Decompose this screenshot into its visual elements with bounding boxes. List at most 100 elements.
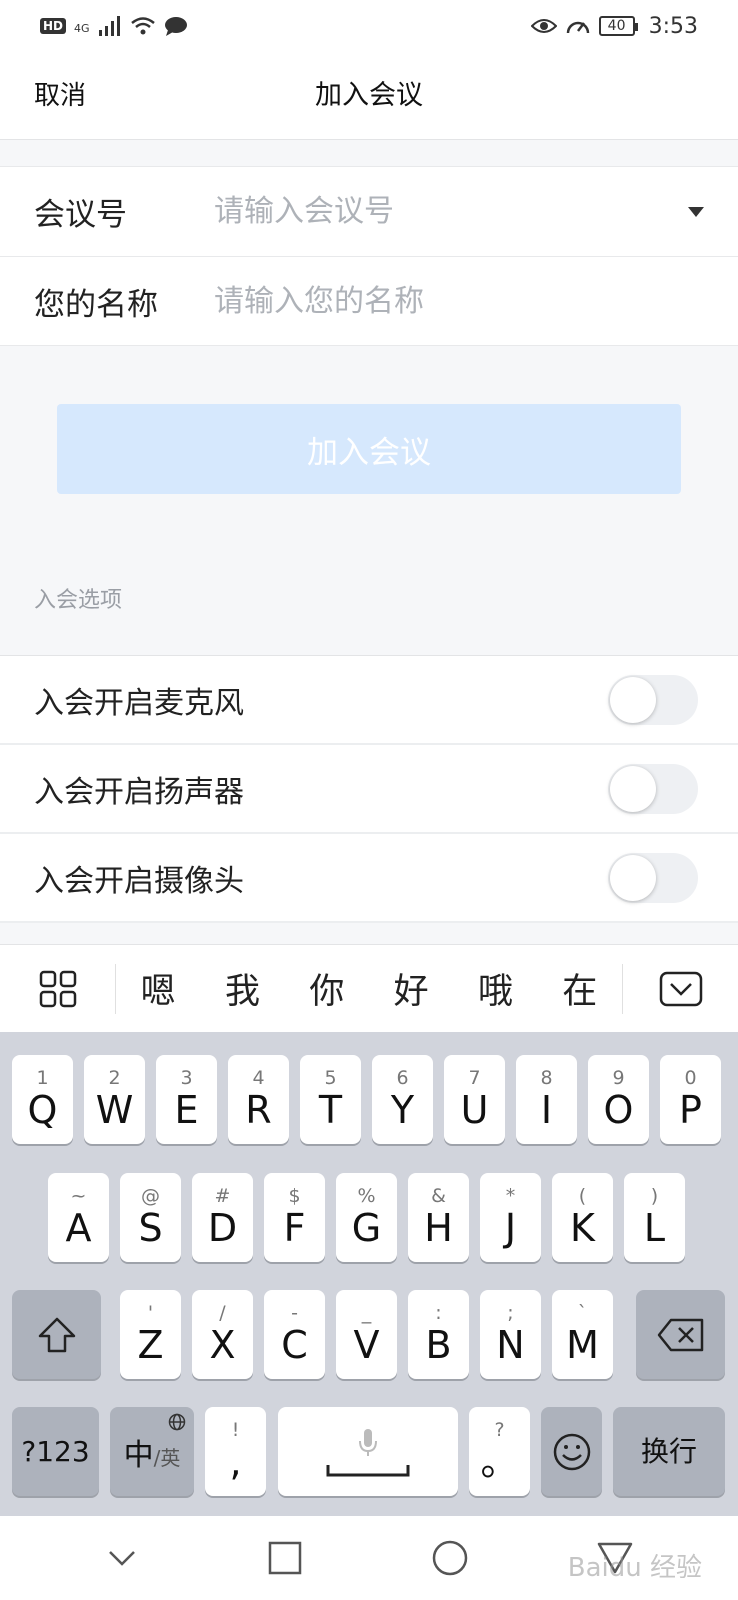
space-key[interactable] (278, 1407, 458, 1496)
candidate-word[interactable]: 好 (394, 963, 429, 1014)
candidate-word[interactable]: 嗯 (141, 963, 176, 1014)
meeting-id-label: 会议号 (34, 197, 127, 233)
speaker-toggle[interactable] (608, 763, 698, 814)
ime-candidate-bar: 嗯 我 你 好 哦 在 (0, 944, 738, 1032)
clock: 3:53 (648, 13, 698, 39)
key-y[interactable]: 6Y (372, 1055, 433, 1144)
battery-icon: 40 (598, 16, 638, 36)
key-main: K (570, 1205, 595, 1250)
hide-keyboard-chevron-icon[interactable] (104, 1546, 140, 1570)
candidate-word[interactable]: 你 (309, 963, 344, 1014)
emoji-key[interactable] (541, 1407, 602, 1496)
key-main: A (65, 1205, 92, 1250)
key-q[interactable]: 1Q (12, 1055, 73, 1144)
options-section-title: 入会选项 (34, 588, 123, 613)
keyboard-collapse-icon[interactable] (622, 963, 738, 1014)
join-form: 会议号 您的名称 (0, 166, 738, 346)
recents-square-icon[interactable] (267, 1540, 303, 1576)
candidate-word[interactable]: 在 (562, 963, 597, 1014)
key-main: V (353, 1322, 380, 1367)
key-h[interactable]: & H (408, 1173, 469, 1262)
option-label: 入会开启扬声器 (34, 774, 244, 810)
key-i[interactable]: 8I (516, 1055, 577, 1144)
key-g[interactable]: % G (336, 1173, 397, 1262)
key-s[interactable]: @ S (120, 1173, 181, 1262)
key-l[interactable]: ) L (624, 1173, 685, 1262)
status-bar: HD 4G 40 3:53 (0, 0, 738, 52)
join-meeting-button[interactable]: 加入会议 (57, 404, 681, 494)
key-main: O (603, 1087, 634, 1132)
join-options: 入会开启麦克风 入会开启扬声器 入会开启摄像头 (0, 655, 738, 923)
backspace-icon (657, 1318, 703, 1351)
enter-key[interactable]: 换行 (613, 1407, 725, 1496)
key-x[interactable]: / X (192, 1290, 253, 1379)
key-main: R (245, 1087, 272, 1132)
watermark: Baidu 经验 (567, 1553, 702, 1583)
history-dropdown-icon[interactable] (688, 207, 704, 217)
key-v[interactable]: _ V (336, 1290, 397, 1379)
key-sub: ? (494, 1418, 505, 1441)
option-row-speaker: 入会开启扬声器 (0, 745, 738, 834)
message-icon (164, 17, 187, 36)
meeting-id-input[interactable] (214, 181, 738, 242)
option-row-microphone: 入会开启麦克风 (0, 656, 738, 745)
key-m[interactable]: ` M (552, 1290, 613, 1379)
key-main: 中 (123, 1437, 154, 1473)
key-main: B (425, 1322, 452, 1367)
key-sub: _ (361, 1301, 372, 1324)
key-w[interactable]: 2W (84, 1055, 145, 1144)
key-f[interactable]: $ F (264, 1173, 325, 1262)
key-sub: 8 (540, 1066, 553, 1089)
microphone-toggle[interactable] (608, 674, 698, 725)
key-t[interactable]: 5T (300, 1055, 361, 1144)
key-main: J (504, 1205, 517, 1250)
display-name-input[interactable] (214, 271, 738, 331)
toggle-knob (610, 765, 656, 812)
key-j[interactable]: * J (480, 1173, 541, 1262)
key-u[interactable]: 7U (444, 1055, 505, 1144)
candidate-word[interactable]: 哦 (478, 963, 513, 1014)
cancel-button[interactable]: 取消 (34, 52, 86, 140)
home-circle-icon[interactable] (431, 1539, 469, 1577)
status-right: 40 3:53 (530, 13, 698, 39)
key-main: P (679, 1087, 702, 1132)
system-nav-bar: Baidu 经验 (0, 1516, 738, 1600)
key-sub: ` (577, 1301, 588, 1324)
candidate-word[interactable]: 我 (225, 963, 260, 1014)
ime-menu-grid-icon[interactable] (0, 963, 116, 1014)
key-k[interactable]: (K (552, 1173, 613, 1262)
key-a[interactable]: ~ A (48, 1173, 109, 1262)
signal-icon (98, 16, 120, 36)
key-c[interactable]: -C (264, 1290, 325, 1379)
candidate-list: 嗯 我 你 好 哦 在 (116, 963, 622, 1014)
key-sub: 9 (612, 1066, 625, 1089)
display-name-row: 您的名称 (0, 256, 738, 345)
key-e[interactable]: 3E (156, 1055, 217, 1144)
camera-toggle[interactable] (608, 852, 698, 903)
key-n[interactable]: ; N (480, 1290, 541, 1379)
key-main: N (496, 1322, 525, 1367)
globe-icon (168, 1413, 186, 1431)
key-main: Q (27, 1087, 58, 1132)
shift-key[interactable] (12, 1290, 101, 1379)
key-o[interactable]: 9O (588, 1055, 649, 1144)
key-z[interactable]: ' Z (120, 1290, 181, 1379)
key-d[interactable]: # D (192, 1173, 253, 1262)
backspace-key[interactable] (636, 1290, 725, 1379)
key-sub: - (291, 1301, 298, 1324)
language-switch-key[interactable]: 中 /英 (110, 1407, 194, 1496)
key-p[interactable]: 0P (660, 1055, 721, 1144)
key-r[interactable]: 4R (228, 1055, 289, 1144)
key-sub: 7 (468, 1066, 481, 1089)
key-main: S (138, 1205, 163, 1250)
key-main: D (207, 1205, 238, 1250)
key-main: G (351, 1205, 382, 1250)
symbols-key[interactable]: ?123 (12, 1407, 99, 1496)
key-sub: / (219, 1301, 226, 1324)
key-main: F (283, 1205, 306, 1250)
comma-key[interactable]: ! , (205, 1407, 266, 1496)
key-main: X (209, 1322, 236, 1367)
key-b[interactable]: :B (408, 1290, 469, 1379)
period-key[interactable]: ? 。 (469, 1407, 530, 1496)
wifi-icon (130, 17, 155, 35)
